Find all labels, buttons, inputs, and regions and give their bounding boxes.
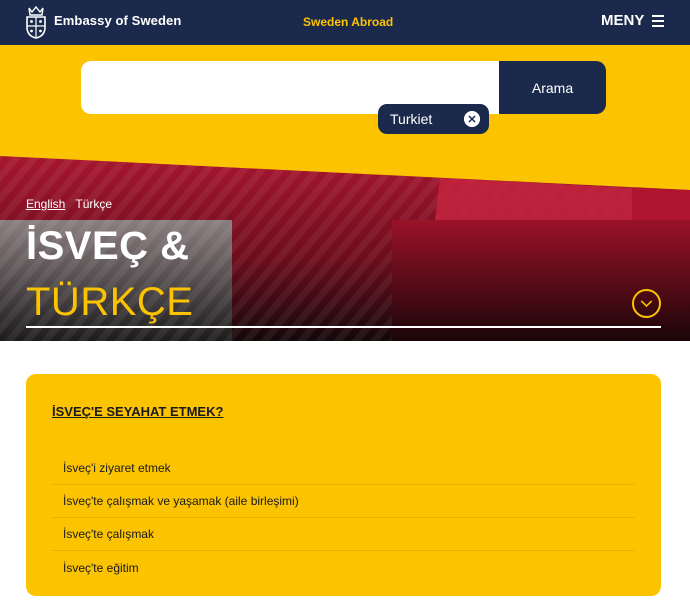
card-title-link[interactable]: İSVEÇ'E SEYAHAT ETMEK? [52,404,223,419]
chevron-down-icon[interactable] [632,289,661,318]
swedish-crest-icon[interactable] [24,5,48,39]
sweden-abroad-link[interactable]: Sweden Abroad [303,15,393,29]
language-turkish[interactable]: Türkçe [75,197,112,211]
filter-chip[interactable]: Turkiet [378,104,489,134]
list-item[interactable]: İsveç'i ziyaret etmek [52,452,635,485]
menu-button[interactable]: MENY [601,12,665,29]
hero-divider [26,326,661,328]
menu-label: MENY [601,12,645,29]
language-switcher: English Türkçe [26,197,112,211]
list-item[interactable]: İsveç'te çalışmak [52,518,635,551]
card-link-list: İsveç'i ziyaret etmek İsveç'te çalışmak … [52,452,635,584]
site-name[interactable]: Embassy of Sweden [54,13,181,28]
travel-card: İSVEÇ'E SEYAHAT ETMEK? İsveç'i ziyaret e… [26,374,661,596]
search-button[interactable]: Arama [499,61,606,114]
language-english[interactable]: English [26,197,65,211]
page-title-line2: TÜRKÇE [26,280,194,324]
list-item[interactable]: İsveç'te çalışmak ve yaşamak (aile birle… [52,485,635,518]
list-item[interactable]: İsveç'te eğitim [52,551,635,584]
filter-chip-label: Turkiet [390,111,433,127]
page-title-line1: İSVEÇ & [26,224,190,268]
close-icon[interactable] [464,111,480,127]
hamburger-icon [652,14,665,27]
top-header: Embassy of Sweden Sweden Abroad MENY [0,0,690,45]
